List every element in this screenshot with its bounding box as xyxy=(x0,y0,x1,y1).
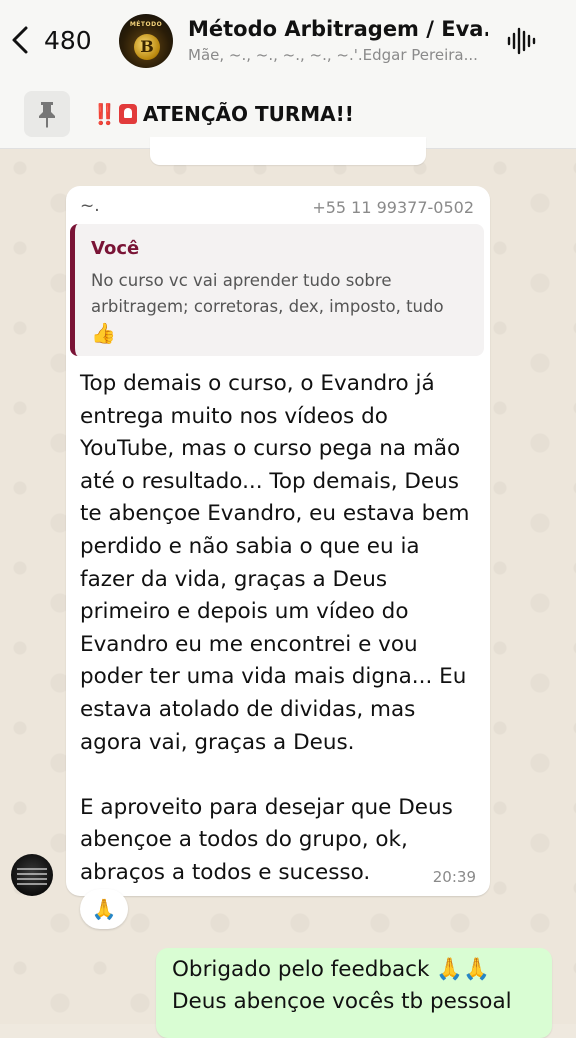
back-button[interactable]: 480 xyxy=(8,20,92,60)
outgoing-text: Obrigado pelo feedback 🙏🙏 Deus abençoe v… xyxy=(172,957,512,1014)
thumbs-up-icon: 👍 xyxy=(91,321,116,345)
voice-chat-icon[interactable] xyxy=(506,26,536,56)
outgoing-message[interactable]: Obrigado pelo feedback 🙏🙏 Deus abençoe v… xyxy=(156,948,552,1038)
pinned-text: ‼️ ATENÇÃO TURMA!! xyxy=(92,102,354,126)
quote-text: No curso vc vai aprender tudo sobre arbi… xyxy=(91,268,475,348)
pin-icon xyxy=(39,102,55,128)
pin-button[interactable] xyxy=(24,91,70,137)
praying-hands-icon: 🙏 xyxy=(91,897,117,921)
unread-count: 480 xyxy=(44,25,92,55)
reaction-badge[interactable]: 🙏 xyxy=(80,889,128,929)
pinned-label: ATENÇÃO TURMA!! xyxy=(142,102,354,126)
group-title[interactable]: Método Arbitragem / Eva... xyxy=(188,17,488,41)
previous-message-bubble xyxy=(150,137,426,165)
quote-author: Você xyxy=(91,238,140,259)
avatar-label: MÉTODO xyxy=(129,21,163,28)
bitcoin-coin-icon: B xyxy=(134,34,160,60)
message-text: Top demais o curso, o Evandro já entrega… xyxy=(80,371,470,885)
chevron-left-icon xyxy=(12,26,28,54)
alarm-light-icon xyxy=(118,104,137,124)
group-members[interactable]: Mãe, ~., ~., ~., ~., ~.'.Edgar Pereira..… xyxy=(188,46,488,64)
incoming-message[interactable]: ~. +55 11 99377-0502 Você No curso vc va… xyxy=(66,186,490,896)
sender-avatar[interactable] xyxy=(11,854,53,896)
quoted-message[interactable]: Você No curso vc vai aprender tudo sobre… xyxy=(70,224,484,356)
quote-body: No curso vc vai aprender tudo sobre arbi… xyxy=(91,271,444,316)
sender-phone[interactable]: +55 11 99377-0502 xyxy=(312,198,474,217)
chat-header: 480 MÉTODO B Método Arbitragem / Eva... … xyxy=(0,0,576,83)
group-avatar[interactable]: MÉTODO B xyxy=(119,14,173,68)
sender-name[interactable]: ~. xyxy=(80,196,100,216)
double-exclamation-icon: ‼️ xyxy=(92,102,117,126)
message-time: 20:39 xyxy=(432,868,476,886)
